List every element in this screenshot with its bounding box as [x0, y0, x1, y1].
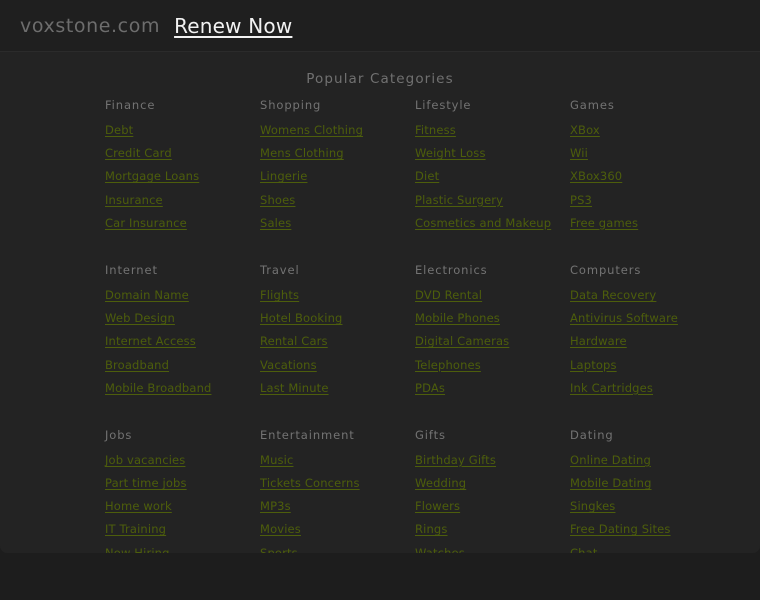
category-column-internet: Internet Domain Name Web Design Internet… [105, 263, 260, 404]
category-heading: Gifts [415, 427, 446, 442]
category-link[interactable]: Last Minute [260, 381, 329, 395]
category-link[interactable]: Insurance [105, 193, 163, 207]
category-link[interactable]: Mobile Broadband [105, 381, 211, 395]
category-link[interactable]: Lingerie [260, 169, 307, 183]
category-heading: Jobs [105, 427, 133, 442]
category-link[interactable]: Credit Card [105, 146, 172, 160]
category-link[interactable]: PS3 [570, 193, 592, 207]
renew-now-link[interactable]: Renew Now [174, 14, 292, 38]
category-column-jobs: Jobs Job vacancies Part time jobs Home w… [105, 428, 260, 553]
category-link[interactable]: Hotel Booking [260, 311, 342, 325]
category-link[interactable]: Free Dating Sites [570, 522, 671, 536]
category-column-dating: Dating Online Dating Mobile Dating Singk… [570, 428, 725, 553]
category-heading: Travel [260, 262, 300, 277]
category-link[interactable]: Weight Loss [415, 146, 486, 160]
category-column-entertainment: Entertainment Music Tickets Concerns MP3… [260, 428, 415, 553]
category-link[interactable]: Broadband [105, 358, 169, 372]
category-link[interactable]: Data Recovery [570, 288, 656, 302]
category-column-gifts: Gifts Birthday Gifts Wedding Flowers Rin… [415, 428, 570, 553]
category-heading: Lifestyle [415, 98, 472, 112]
category-link[interactable]: Free games [570, 216, 638, 230]
category-link[interactable]: Home work [105, 499, 172, 513]
category-link[interactable]: Flowers [415, 499, 460, 513]
category-link[interactable]: Mobile Phones [415, 311, 500, 325]
category-column-games: Games XBox Wii XBox360 PS3 Free games [570, 98, 725, 239]
page-title: Popular Categories [306, 71, 454, 87]
domain-name-label: voxstone.com [20, 14, 161, 37]
category-heading: Internet [105, 262, 158, 277]
category-grid: Finance Debt Credit Card Mortgage Loans … [0, 98, 760, 553]
category-column-finance: Finance Debt Credit Card Mortgage Loans … [105, 98, 260, 239]
main-content-panel: Popular Categories Finance Debt Credit C… [0, 52, 760, 553]
category-link[interactable]: Music [260, 453, 293, 467]
category-link[interactable]: Ink Cartridges [570, 381, 653, 395]
category-link[interactable]: DVD Rental [415, 288, 482, 302]
category-link[interactable]: Chat [570, 546, 597, 553]
category-link[interactable]: Wedding [415, 476, 466, 490]
category-row: Finance Debt Credit Card Mortgage Loans … [105, 98, 760, 239]
category-link[interactable]: Movies [260, 522, 301, 536]
category-link[interactable]: Rental Cars [260, 334, 328, 348]
category-link[interactable]: Diet [415, 169, 439, 183]
category-link[interactable]: Mens Clothing [260, 146, 344, 160]
category-link[interactable]: Womens Clothing [260, 123, 363, 137]
category-heading: Electronics [415, 262, 488, 277]
category-link[interactable]: Wii [570, 146, 588, 160]
category-link[interactable]: Birthday Gifts [415, 453, 496, 467]
category-column-electronics: Electronics DVD Rental Mobile Phones Dig… [415, 263, 570, 404]
category-link[interactable]: Rings [415, 522, 448, 536]
category-link[interactable]: Cosmetics and Makeup [415, 216, 551, 230]
category-heading: Entertainment [260, 427, 355, 442]
category-heading: Games [570, 98, 615, 112]
category-link[interactable]: XBox360 [570, 169, 622, 183]
category-link[interactable]: Telephones [415, 358, 481, 372]
category-column-computers: Computers Data Recovery Antivirus Softwa… [570, 263, 725, 404]
category-link[interactable]: Internet Access [105, 334, 196, 348]
category-link[interactable]: Watches [415, 546, 465, 553]
category-link[interactable]: Web Design [105, 311, 175, 325]
category-link[interactable]: Mobile Dating [570, 476, 652, 490]
category-row: Jobs Job vacancies Part time jobs Home w… [105, 428, 760, 553]
category-link[interactable]: Domain Name [105, 288, 189, 302]
category-link[interactable]: Plastic Surgery [415, 193, 503, 207]
category-link[interactable]: Fitness [415, 123, 456, 137]
category-column-travel: Travel Flights Hotel Booking Rental Cars… [260, 263, 415, 404]
category-heading: Dating [570, 427, 614, 442]
category-link[interactable]: Part time jobs [105, 476, 187, 490]
category-link[interactable]: Antivirus Software [570, 311, 678, 325]
category-row: Internet Domain Name Web Design Internet… [105, 263, 760, 404]
category-link[interactable]: Mortgage Loans [105, 169, 199, 183]
category-link[interactable]: Job vacancies [105, 453, 185, 467]
category-link[interactable]: Sales [260, 216, 291, 230]
category-link[interactable]: Shoes [260, 193, 295, 207]
category-link[interactable]: Car Insurance [105, 216, 187, 230]
category-heading: Finance [105, 98, 156, 112]
category-link[interactable]: Debt [105, 123, 133, 137]
category-heading: Computers [570, 262, 642, 277]
category-column-shopping: Shopping Womens Clothing Mens Clothing L… [260, 98, 415, 239]
category-link[interactable]: Online Dating [570, 453, 651, 467]
category-link[interactable]: Hardware [570, 334, 627, 348]
category-link[interactable]: Laptops [570, 358, 617, 372]
category-link[interactable]: IT Training [105, 522, 166, 536]
top-header-bar: voxstone.com Renew Now [0, 0, 760, 52]
category-link[interactable]: Singkes [570, 499, 615, 513]
category-link[interactable]: PDAs [415, 381, 445, 395]
category-link[interactable]: Flights [260, 288, 299, 302]
category-link[interactable]: XBox [570, 123, 600, 137]
category-link[interactable]: Tickets Concerns [260, 476, 360, 490]
category-heading: Shopping [260, 98, 322, 112]
category-link[interactable]: Sports [260, 546, 298, 553]
category-column-lifestyle: Lifestyle Fitness Weight Loss Diet Plast… [415, 98, 570, 239]
category-link[interactable]: Digital Cameras [415, 334, 509, 348]
category-link[interactable]: Now Hiring [105, 546, 170, 553]
category-link[interactable]: Vacations [260, 358, 317, 372]
category-link[interactable]: MP3s [260, 499, 291, 513]
